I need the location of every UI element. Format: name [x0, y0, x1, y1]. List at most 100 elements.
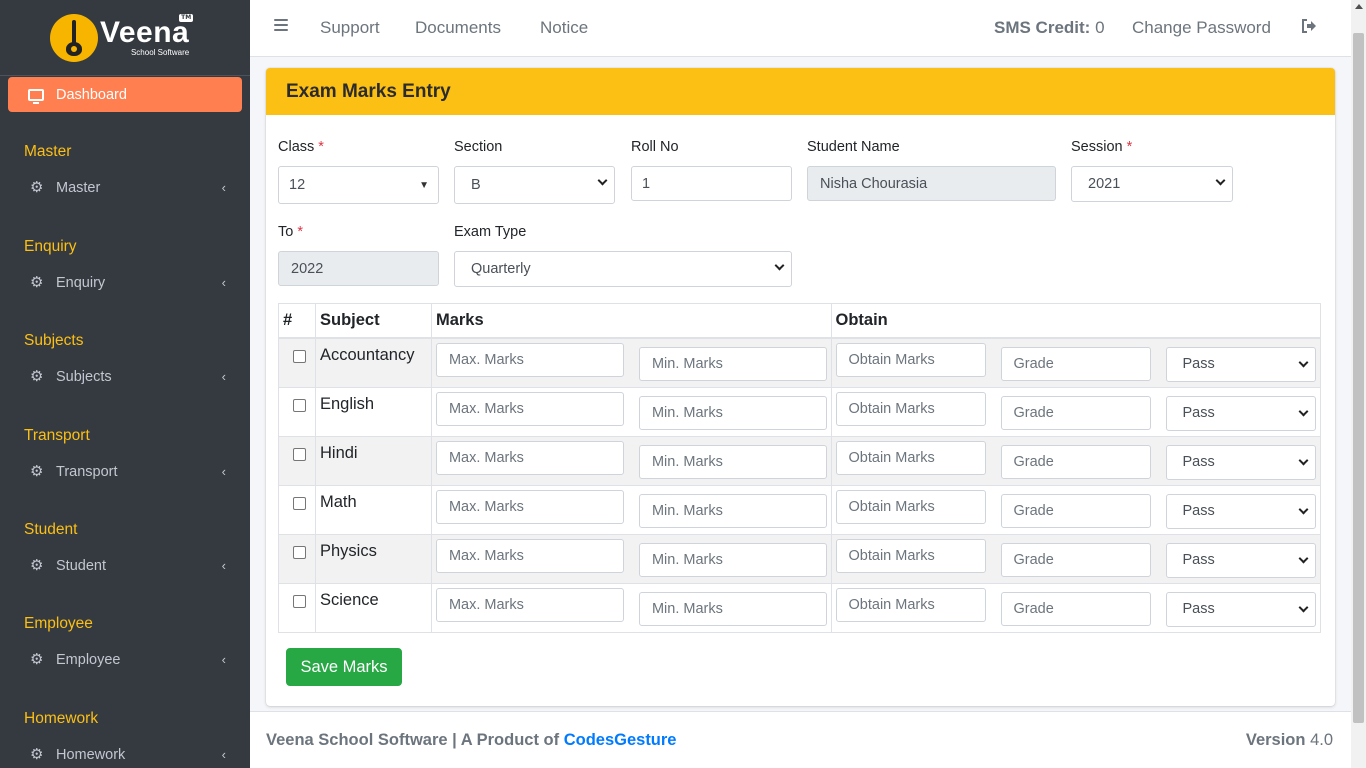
min-marks-input[interactable]: Min. Marks	[638, 444, 827, 479]
scroll-up-arrow-icon[interactable]	[1355, 4, 1363, 9]
subject-name: Physics	[319, 541, 377, 560]
max-marks-input[interactable]: Max. Marks	[435, 587, 624, 622]
grade-placeholder: Grade	[1013, 453, 1054, 470]
row-check-cell	[278, 435, 316, 486]
min-marks-placeholder: Min. Marks	[651, 453, 723, 470]
to-value: 2022	[291, 260, 324, 277]
sidebar-item-subjects[interactable]: ⚙ Subjects ‹	[8, 362, 242, 392]
max-marks-input[interactable]: Max. Marks	[435, 342, 624, 377]
obtain-marks-input[interactable]: Obtain Marks	[835, 440, 986, 475]
table-header-row: # Subject Marks Obtain	[278, 303, 1322, 339]
brand-logo[interactable]: Veena School Software TM	[0, 0, 250, 76]
row-checkbox[interactable]	[293, 447, 306, 461]
codesgesture-link[interactable]: CodesGesture	[564, 731, 677, 749]
roll-no-input[interactable]: 1	[631, 166, 792, 201]
obtain-marks-placeholder: Obtain Marks	[848, 351, 935, 368]
nav-link-documents[interactable]: Documents	[415, 18, 501, 38]
grade-input[interactable]: Grade	[1000, 444, 1151, 479]
result-select[interactable]: Pass	[1165, 395, 1316, 431]
max-marks-input[interactable]: Max. Marks	[435, 489, 624, 524]
vertical-scrollbar[interactable]	[1351, 0, 1366, 768]
class-select[interactable]: 12 ▼	[278, 166, 439, 204]
nav-link-notice[interactable]: Notice	[540, 18, 588, 38]
scrollbar-thumb[interactable]	[1353, 33, 1364, 723]
chevron-down-icon	[1215, 175, 1226, 186]
grade-input[interactable]: Grade	[1000, 395, 1151, 430]
subject-name: Hindi	[319, 443, 358, 462]
sidebar-item-dashboard[interactable]: Dashboard	[8, 77, 242, 112]
sidebar-item-master[interactable]: ⚙ Master ‹	[8, 173, 242, 203]
grade-input[interactable]: Grade	[1000, 346, 1151, 381]
grade-input[interactable]: Grade	[1000, 542, 1151, 577]
obtain-cell: Obtain Marks Grade Pass	[830, 435, 1322, 486]
min-marks-placeholder: Min. Marks	[651, 502, 723, 519]
nav-header-subjects: Subjects	[24, 332, 84, 349]
table-row: Physics Max. Marks Min. Marks Obtain Marks G…	[278, 533, 1322, 584]
gear-icon: ⚙	[30, 179, 44, 196]
grade-input[interactable]: Grade	[1000, 493, 1151, 528]
nav-link-support[interactable]: Support	[320, 18, 380, 38]
roll-no-value: 1	[642, 175, 651, 192]
session-select[interactable]: 2021	[1071, 166, 1233, 202]
result-select[interactable]: Pass	[1165, 346, 1316, 382]
max-marks-input[interactable]: Max. Marks	[435, 440, 624, 475]
result-value: Pass	[1182, 356, 1215, 372]
min-marks-input[interactable]: Min. Marks	[638, 395, 827, 430]
sidebar-item-enquiry[interactable]: ⚙ Enquiry ‹	[8, 268, 242, 298]
nav-header-master: Master	[24, 143, 72, 160]
min-marks-input[interactable]: Min. Marks	[638, 346, 827, 381]
sidebar-item-homework[interactable]: ⚙ Homework ‹	[8, 740, 242, 768]
exam-type-select[interactable]: Quarterly	[454, 251, 792, 287]
sidebar-item-employee[interactable]: ⚙ Employee ‹	[8, 645, 242, 675]
row-checkbox[interactable]	[293, 398, 306, 412]
monitor-icon	[28, 88, 44, 104]
obtain-marks-input[interactable]: Obtain Marks	[835, 489, 986, 524]
header-index: #	[278, 303, 316, 339]
row-check-cell	[278, 337, 316, 388]
min-marks-input[interactable]: Min. Marks	[638, 542, 827, 577]
grade-placeholder: Grade	[1013, 355, 1054, 372]
logout-icon[interactable]	[1301, 18, 1317, 34]
row-checkbox[interactable]	[293, 496, 306, 510]
max-marks-input[interactable]: Max. Marks	[435, 391, 624, 426]
chevron-down-icon	[1298, 553, 1308, 563]
section-select[interactable]: B	[454, 166, 615, 204]
row-checkbox[interactable]	[293, 545, 306, 559]
sms-credit-value: 0	[1095, 18, 1105, 37]
class-label: Class *	[278, 139, 324, 155]
result-select[interactable]: Pass	[1165, 542, 1316, 578]
grade-input[interactable]: Grade	[1000, 591, 1151, 626]
row-checkbox[interactable]	[293, 349, 306, 363]
chevron-down-icon	[1298, 455, 1308, 465]
obtain-marks-input[interactable]: Obtain Marks	[835, 587, 986, 622]
max-marks-placeholder: Max. Marks	[448, 449, 524, 466]
result-select[interactable]: Pass	[1165, 444, 1316, 480]
obtain-marks-placeholder: Obtain Marks	[848, 400, 935, 417]
change-password-link[interactable]: Change Password	[1132, 18, 1271, 38]
sidebar-item-label: Homework	[56, 747, 126, 763]
sidebar-item-transport[interactable]: ⚙ Transport ‹	[8, 457, 242, 487]
hamburger-menu-icon[interactable]	[274, 19, 288, 31]
row-checkbox[interactable]	[293, 594, 306, 608]
min-marks-input[interactable]: Min. Marks	[638, 493, 827, 528]
brand-badge: TM	[179, 14, 194, 22]
footer-text: Veena School Software | A Product of	[266, 731, 564, 749]
sidebar-item-label: Employee	[56, 652, 121, 668]
obtain-marks-input[interactable]: Obtain Marks	[835, 391, 986, 426]
min-marks-input[interactable]: Min. Marks	[638, 591, 827, 626]
sidebar-item-student[interactable]: ⚙ Student ‹	[8, 551, 242, 581]
subject-cell: Hindi	[314, 435, 432, 486]
obtain-cell: Obtain Marks Grade Pass	[830, 386, 1322, 437]
save-marks-button[interactable]: Save Marks	[286, 648, 402, 686]
obtain-cell: Obtain Marks Grade Pass	[830, 533, 1322, 584]
grade-placeholder: Grade	[1013, 502, 1054, 519]
sidebar-item-label: Student	[56, 558, 106, 574]
obtain-marks-placeholder: Obtain Marks	[848, 498, 935, 515]
max-marks-input[interactable]: Max. Marks	[435, 538, 624, 573]
result-select[interactable]: Pass	[1165, 493, 1316, 529]
version-label: Version	[1245, 731, 1306, 749]
obtain-marks-input[interactable]: Obtain Marks	[835, 342, 986, 377]
gear-icon: ⚙	[30, 746, 44, 763]
obtain-marks-input[interactable]: Obtain Marks	[835, 538, 986, 573]
result-select[interactable]: Pass	[1165, 591, 1316, 627]
